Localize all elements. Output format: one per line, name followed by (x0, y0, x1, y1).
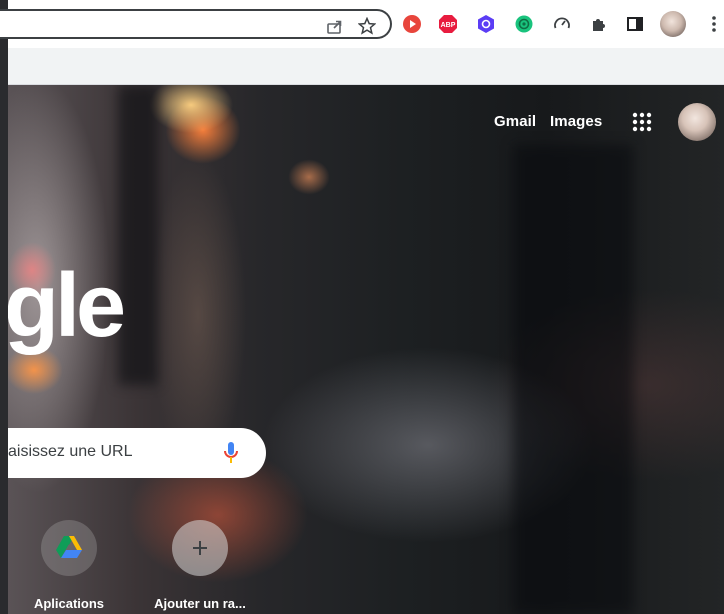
hexagon-ext-icon[interactable] (476, 14, 496, 34)
extensions-puzzle-icon[interactable] (589, 14, 609, 34)
address-bar[interactable] (0, 9, 392, 39)
background-shape (513, 145, 633, 614)
shortcut-label: Ajouter un ra... (154, 596, 246, 611)
chatgpt-ext-icon[interactable] (514, 14, 534, 34)
youtube-ext-icon[interactable] (402, 14, 422, 34)
profile-avatar-icon[interactable] (660, 11, 686, 37)
images-link[interactable]: Images (550, 113, 602, 130)
search-placeholder: aisissez une URL (8, 443, 133, 460)
share-icon[interactable] (326, 17, 344, 35)
adblock-plus-ext-icon[interactable]: ABP (438, 14, 458, 34)
search-box[interactable]: aisissez une URL (8, 428, 266, 478)
bookmark-star-icon[interactable] (358, 17, 376, 35)
shortcut-label: Aplications (33, 596, 105, 611)
side-panel-icon[interactable] (625, 14, 645, 34)
shortcut-tile-aplications[interactable]: Aplications (13, 520, 125, 614)
account-avatar[interactable] (678, 103, 716, 141)
bookmarks-bar (8, 48, 724, 85)
microphone-icon[interactable] (222, 441, 240, 465)
browser-window: ABP Gmail Images gle aisissez une URL Ap… (0, 0, 724, 614)
plus-icon (172, 520, 228, 576)
new-tab-page: Gmail Images gle aisissez une URL Aplica… (8, 85, 724, 614)
google-apps-icon[interactable] (630, 110, 654, 134)
chrome-menu-icon[interactable] (704, 14, 724, 34)
gmail-link[interactable]: Gmail (494, 113, 536, 130)
google-drive-icon (41, 520, 97, 576)
browser-toolbar: ABP (0, 0, 724, 48)
abp-label: ABP (441, 22, 456, 29)
google-logo: gle (8, 256, 126, 356)
background-shape (118, 85, 158, 385)
speedometer-ext-icon[interactable] (552, 14, 572, 34)
shortcut-tile-add[interactable]: Ajouter un ra... (144, 520, 256, 614)
